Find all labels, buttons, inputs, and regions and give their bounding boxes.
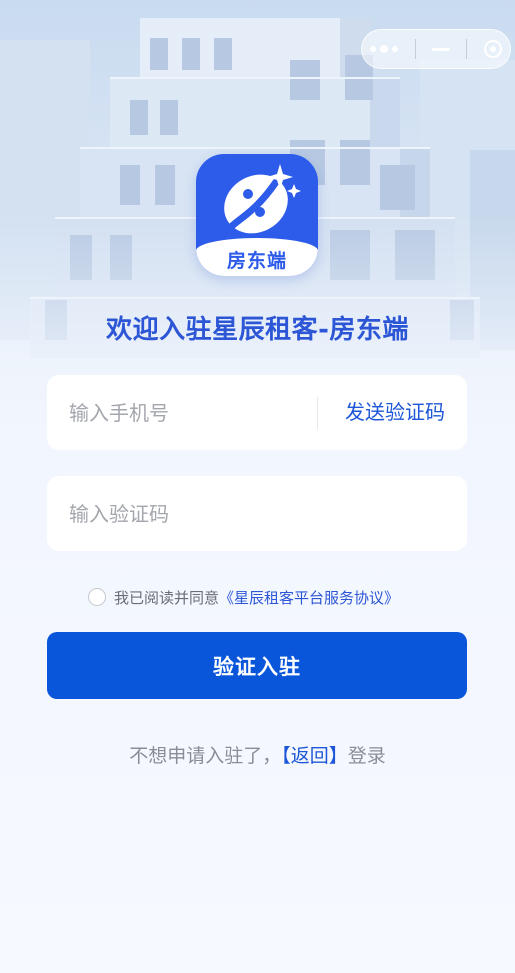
app-logo: 房东端	[196, 154, 318, 276]
logo-label-area: 房东端	[196, 238, 318, 276]
close-target-icon[interactable]	[483, 40, 502, 58]
mini-program-capsule	[361, 29, 511, 69]
capsule-divider	[466, 39, 468, 59]
verify-join-button[interactable]: 验证入驻	[47, 632, 467, 699]
agreement-row: 我已阅读并同意 《星辰租客平台服务协议》	[88, 586, 399, 608]
back-prefix: 不想申请入驻了，	[129, 745, 282, 767]
minimize-icon[interactable]	[431, 47, 450, 51]
phone-input[interactable]	[69, 375, 309, 450]
more-dots-icon[interactable]	[370, 45, 399, 53]
agreement-text: 我已阅读并同意	[114, 588, 220, 607]
back-link[interactable]: 【返回】	[281, 745, 348, 767]
field-divider	[317, 397, 318, 429]
phone-field: 发送验证码	[47, 375, 467, 450]
back-suffix: 登录	[347, 745, 386, 767]
back-to-login: 不想申请入驻了，【返回】登录	[0, 741, 515, 768]
code-field	[47, 476, 467, 551]
logo-text: 房东端	[226, 249, 287, 272]
capsule-divider	[414, 39, 416, 59]
send-code-button[interactable]: 发送验证码	[345, 375, 445, 450]
page-title: 欢迎入驻星辰租客-房东端	[106, 315, 409, 345]
agreement-checkbox[interactable]	[88, 588, 106, 606]
code-input[interactable]	[69, 476, 449, 551]
agreement-link[interactable]: 《星辰租客平台服务协议》	[219, 587, 399, 608]
